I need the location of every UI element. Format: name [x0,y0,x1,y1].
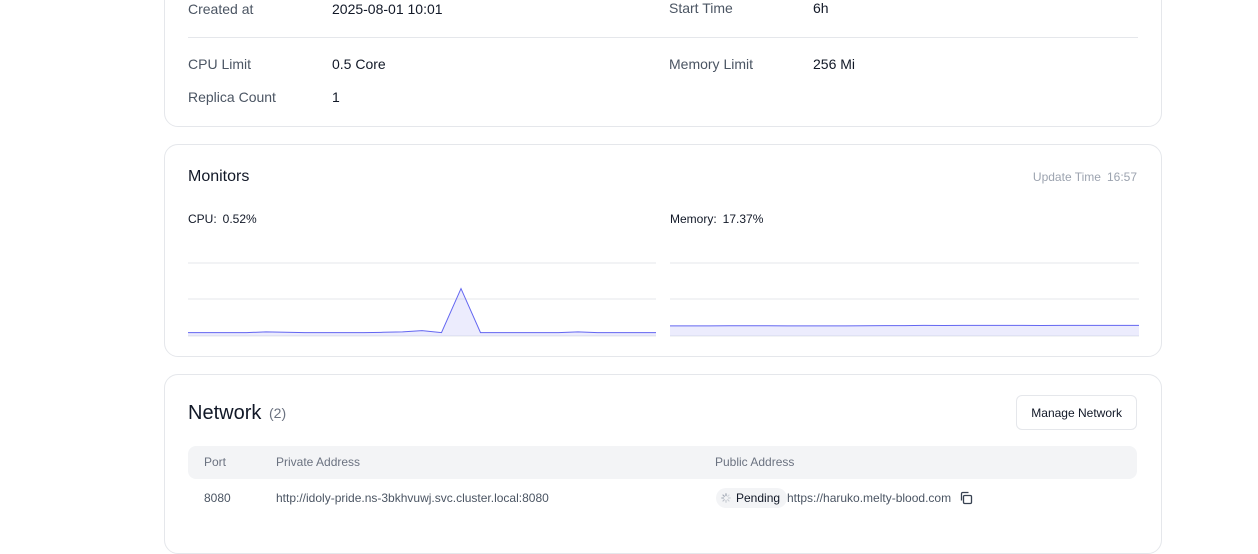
replica-count-label: Replica Count [188,89,276,105]
cpu-limit-label: CPU Limit [188,56,252,72]
memory-limit-value: 256 Mi [813,56,856,72]
cpu-label: CPU: [188,212,217,226]
update-time-label: Update Time [1032,170,1101,184]
cpu-chart-svg [188,262,656,337]
memory-chart-svg [670,262,1139,337]
start-time-label: Start Time [669,0,733,16]
column-public-address: Public Address [715,455,795,469]
memory-series-area [670,325,1139,336]
cpu-series-area [188,288,656,336]
memory-usage-chart [670,245,1139,339]
row-public-address[interactable]: https://haruko.melty-blood.com [787,491,951,505]
copy-icon[interactable] [959,491,973,505]
monitors-card: Monitors Update Time 16:57 CPU: 0.52% Memo… [164,144,1162,357]
column-private-address: Private Address [276,455,361,469]
cpu-series-line [188,287,656,334]
cpu-metric-label: CPU: 0.52% [188,212,257,226]
created-at-label: Created at [188,1,254,17]
app-details-card: Created at 2025-08-01 10:01 Start Time 6… [164,0,1162,127]
column-port: Port [204,455,227,469]
row-private-address[interactable]: http://idoly-pride.ns-3bkhvuwj.svc.clust… [276,491,549,505]
update-time-value: 16:57 [1106,170,1137,184]
cpu-usage-chart [188,245,656,339]
memory-label: Memory: [670,212,717,226]
row-port: 8080 [204,491,231,505]
manage-network-button[interactable]: Manage Network [1016,395,1137,430]
start-time-value: 6h [813,0,829,16]
network-table-header: Port Private Address Public Address [188,446,1137,479]
network-title: Network [188,402,262,424]
memory-metric-label: Memory: 17.37% [670,212,763,226]
status-badge: Pending [716,488,788,508]
memory-series-line [670,324,1139,327]
created-at-value: 2025-08-01 10:01 [332,1,443,17]
cpu-value: 0.52% [222,212,257,226]
memory-value: 17.37% [722,212,764,226]
network-count: (2) [269,405,287,421]
replica-count-value: 1 [332,89,340,105]
cpu-limit-value: 0.5 Core [332,56,386,72]
update-time: Update Time 16:57 [1033,170,1137,184]
memory-limit-label: Memory Limit [669,56,754,72]
loading-spinner-icon [721,493,731,503]
monitors-title: Monitors [188,168,250,185]
network-card: Network (2) Manage Network Port Private … [164,374,1162,554]
divider [188,37,1138,38]
status-text: Pending [736,491,781,505]
